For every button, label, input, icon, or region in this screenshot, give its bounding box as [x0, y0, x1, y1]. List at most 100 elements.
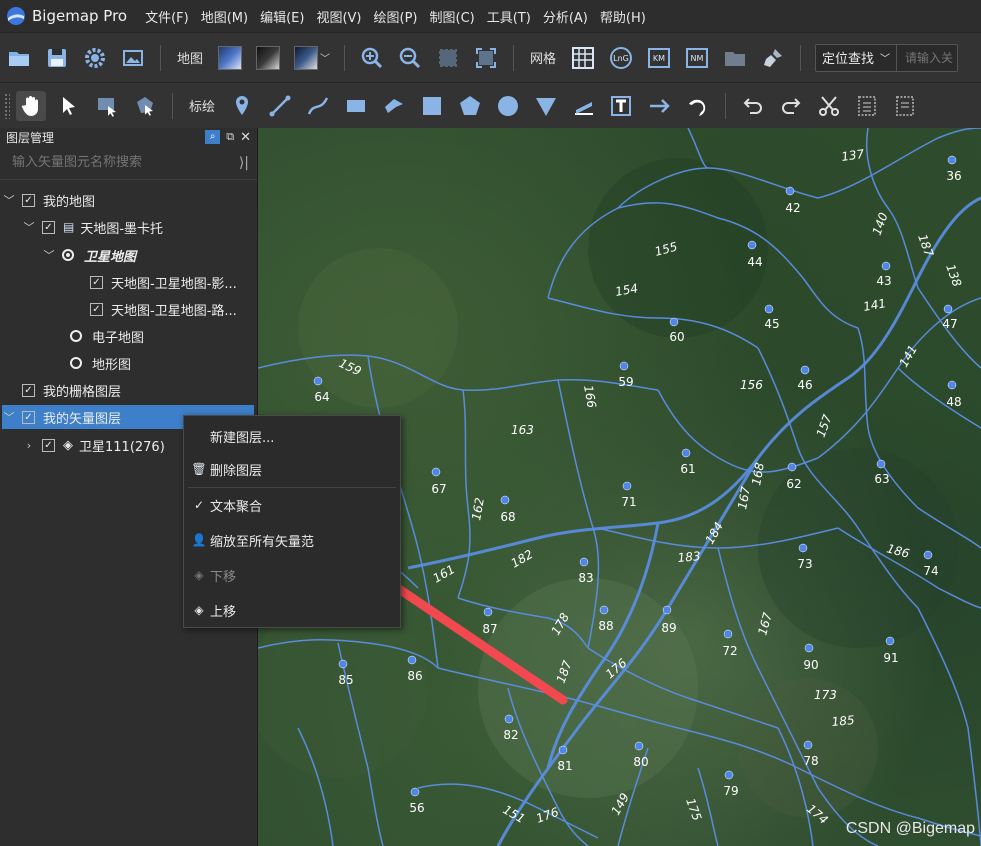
menu-text-aggregation[interactable]: ✓ 文本聚合	[184, 491, 400, 519]
map-point[interactable]	[483, 607, 493, 617]
checkbox-icon[interactable]: ✓	[42, 438, 55, 452]
tree-item-terrain-map[interactable]: 地形图	[64, 351, 131, 375]
map-point[interactable]	[785, 186, 795, 196]
map-point[interactable]	[681, 448, 691, 458]
dark-map-thumbnail[interactable]	[294, 45, 319, 70]
map-point[interactable]	[500, 495, 510, 505]
map-point[interactable]	[800, 365, 810, 375]
map-point[interactable]	[579, 557, 589, 567]
map-point[interactable]	[669, 317, 679, 327]
map-point[interactable]	[619, 361, 629, 371]
map-point[interactable]	[407, 655, 417, 665]
map-point[interactable]	[923, 550, 933, 560]
map-point[interactable]	[881, 261, 891, 271]
menu-cartography[interactable]: 制图(C)	[430, 7, 475, 26]
radio-icon[interactable]	[70, 357, 82, 369]
nm-grid-button[interactable]: NM	[682, 43, 712, 73]
menu-new-layer[interactable]: 新建图层...	[184, 422, 400, 450]
zoom-in-button[interactable]	[357, 43, 387, 73]
map-point[interactable]	[723, 629, 733, 639]
polygon-select-button[interactable]	[130, 91, 160, 121]
menu-draw[interactable]: 绘图(P)	[374, 7, 418, 26]
tree-item-satellite-map[interactable]: ﹀ 卫星地图	[42, 243, 136, 267]
image-button[interactable]	[118, 43, 148, 73]
map-point[interactable]	[431, 467, 441, 477]
map-point[interactable]	[410, 787, 420, 797]
redo-button[interactable]	[776, 91, 806, 121]
circle-tool[interactable]	[493, 91, 523, 121]
curved-arrow-tool[interactable]	[683, 91, 713, 121]
menu-edit[interactable]: 编辑(E)	[260, 7, 304, 26]
paste-button[interactable]	[890, 91, 920, 121]
map-point[interactable]	[876, 459, 886, 469]
toolbar-grip[interactable]	[4, 92, 10, 119]
folder-grid-button[interactable]	[720, 43, 750, 73]
cut-button[interactable]	[814, 91, 844, 121]
menu-help[interactable]: 帮助(H)	[600, 7, 646, 26]
chevron-down-icon[interactable]: ﹀	[320, 50, 330, 65]
checkbox-icon[interactable]: ✓	[90, 302, 103, 316]
map-point[interactable]	[724, 770, 734, 780]
map-point[interactable]	[504, 714, 514, 724]
latlng-grid-button[interactable]: LnG	[606, 43, 636, 73]
tree-item-my-map[interactable]: ﹀ ✓ 我的地图	[2, 188, 95, 212]
square-tool[interactable]	[417, 91, 447, 121]
map-point[interactable]	[804, 643, 814, 653]
tree-item-raster-layers[interactable]: ✓ 我的栅格图层	[16, 378, 121, 402]
line-tool[interactable]	[265, 91, 295, 121]
km-grid-button[interactable]: KM	[644, 43, 674, 73]
undo-button[interactable]	[738, 91, 768, 121]
chevron-down-icon[interactable]: ﹀	[22, 219, 36, 235]
night-map-thumbnail[interactable]	[256, 45, 281, 70]
map-point[interactable]	[943, 304, 953, 314]
chevron-down-icon[interactable]: ﹀	[2, 192, 16, 208]
copy-button[interactable]	[852, 91, 882, 121]
pan-button[interactable]	[16, 90, 46, 121]
chevron-down-icon[interactable]: ﹀	[2, 409, 16, 425]
curve-tool[interactable]	[303, 91, 333, 121]
checkbox-icon[interactable]: ✓	[22, 410, 35, 424]
zoom-extent-button[interactable]	[433, 43, 463, 73]
radio-icon[interactable]	[62, 249, 74, 261]
menu-delete-layer[interactable]: 🗑 删除图层	[184, 455, 400, 483]
map-point[interactable]	[558, 745, 568, 755]
chevron-right-icon[interactable]: ›	[22, 439, 36, 452]
menu-file[interactable]: 文件(F)	[145, 7, 189, 26]
clear-button[interactable]	[758, 43, 788, 73]
map-point[interactable]	[662, 605, 672, 615]
tree-item-tianditu-mercator[interactable]: ﹀ ✓ ▤ 天地图-墨卡托	[22, 215, 164, 239]
satellite-map-thumbnail[interactable]	[218, 45, 243, 70]
full-extent-button[interactable]	[471, 43, 501, 73]
checkbox-icon[interactable]: ✓	[42, 220, 55, 234]
tree-item-electronic-map[interactable]: 电子地图	[64, 324, 144, 348]
pentagon-tool[interactable]	[455, 91, 485, 121]
map-point[interactable]	[622, 481, 632, 491]
float-window-icon[interactable]: ⧉	[226, 130, 234, 145]
freehand-tool[interactable]	[379, 91, 409, 121]
sector-tool[interactable]	[531, 91, 561, 121]
locate-input[interactable]	[897, 50, 958, 65]
locate-combo[interactable]: 定位查找 ﹀	[815, 43, 959, 72]
locate-select[interactable]: 定位查找 ﹀	[816, 44, 898, 71]
map-point[interactable]	[947, 380, 957, 390]
menu-map[interactable]: 地图(M)	[201, 7, 248, 26]
map-point[interactable]	[885, 636, 895, 646]
chevron-down-icon[interactable]: ﹀	[42, 247, 56, 263]
search-icon[interactable]: ⌕	[205, 129, 221, 144]
map-point[interactable]	[803, 740, 813, 750]
tree-item-tianditu-satellite-road[interactable]: ✓ 天地图-卫星地图-路...	[84, 297, 237, 321]
map-point[interactable]	[599, 605, 609, 615]
map-point[interactable]	[787, 462, 797, 472]
map-point[interactable]	[313, 376, 323, 386]
map-point[interactable]	[947, 155, 957, 165]
map-point[interactable]	[798, 543, 808, 553]
map-point[interactable]	[634, 741, 644, 751]
save-button[interactable]	[42, 43, 72, 73]
menu-move-up[interactable]: ◈ 上移	[184, 596, 400, 624]
zoom-out-button[interactable]	[395, 43, 425, 73]
measure-tool[interactable]	[569, 91, 599, 121]
text-tool[interactable]	[607, 91, 637, 121]
collapse-icon[interactable]: ⟩|	[239, 155, 249, 171]
checkbox-icon[interactable]: ✓	[90, 275, 103, 289]
select-button[interactable]	[54, 91, 84, 121]
